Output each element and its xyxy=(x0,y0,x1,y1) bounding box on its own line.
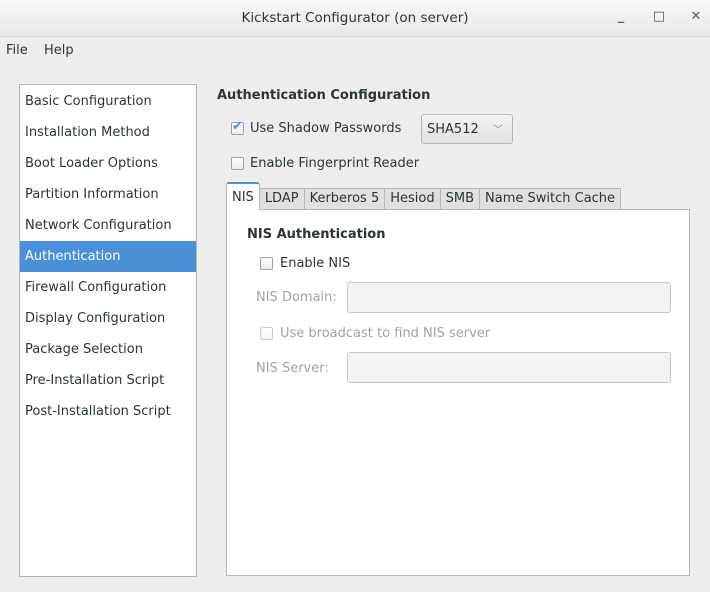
chevron-down-icon: ﹀ xyxy=(493,125,503,136)
sidebar-item-authentication[interactable]: Authentication xyxy=(20,241,196,272)
sidebar-item-display-configuration[interactable]: Display Configuration xyxy=(20,303,196,334)
sidebar-item-post-installation-script[interactable]: Post-Installation Script xyxy=(20,396,196,427)
menu-bar: File Help xyxy=(0,38,710,64)
sidebar-item-package-selection[interactable]: Package Selection xyxy=(20,334,196,365)
fingerprint-checkbox[interactable] xyxy=(231,157,244,170)
fingerprint-label: Enable Fingerprint Reader xyxy=(250,156,420,171)
sidebar-item-partition-information[interactable]: Partition Information xyxy=(20,179,196,210)
sidebar-item-firewall-configuration[interactable]: Firewall Configuration xyxy=(20,272,196,303)
tab-nis[interactable]: NIS xyxy=(226,182,260,210)
sidebar-item-boot-loader-options[interactable]: Boot Loader Options xyxy=(20,148,196,179)
hash-value: SHA512 xyxy=(427,122,479,137)
enable-nis-label: Enable NIS xyxy=(280,256,351,271)
nis-domain-input[interactable] xyxy=(347,282,671,313)
sidebar-item-network-configuration[interactable]: Network Configuration xyxy=(20,210,196,241)
enable-nis-checkbox[interactable] xyxy=(260,257,273,270)
tab-hesiod[interactable]: Hesiod xyxy=(384,188,441,210)
minimize-icon[interactable]: _ xyxy=(613,9,629,25)
nis-server-label: NIS Server: xyxy=(256,361,329,376)
menu-help[interactable]: Help xyxy=(44,43,74,58)
tab-ldap[interactable]: LDAP xyxy=(258,188,305,210)
hash-algorithm-select[interactable]: SHA512 ﹀ xyxy=(421,114,513,144)
sidebar: Basic Configuration Installation Method … xyxy=(19,84,197,577)
auth-tabs: NIS LDAP Kerberos 5 Hesiod SMB Name Swit… xyxy=(226,182,622,210)
section-heading: Authentication Configuration xyxy=(217,88,431,103)
window-title: Kickstart Configurator (on server) xyxy=(241,10,469,26)
broadcast-label: Use broadcast to find NIS server xyxy=(280,326,491,341)
broadcast-checkbox[interactable] xyxy=(260,327,273,340)
close-icon[interactable]: ✕ xyxy=(688,9,704,25)
shadow-passwords-label: Use Shadow Passwords xyxy=(250,121,402,136)
sidebar-item-basic-configuration[interactable]: Basic Configuration xyxy=(20,86,196,117)
tab-name-switch-cache[interactable]: Name Switch Cache xyxy=(479,188,622,210)
tab-kerberos5[interactable]: Kerberos 5 xyxy=(303,188,386,210)
maximize-icon[interactable]: □ xyxy=(651,9,667,25)
sidebar-item-pre-installation-script[interactable]: Pre-Installation Script xyxy=(20,365,196,396)
nis-heading: NIS Authentication xyxy=(247,227,386,242)
shadow-passwords-checkbox[interactable]: ✔ xyxy=(231,119,244,135)
nis-server-input[interactable] xyxy=(347,352,671,383)
menu-file[interactable]: File xyxy=(6,43,28,58)
nis-domain-label: NIS Domain: xyxy=(256,290,337,305)
checkmark-icon: ✔ xyxy=(232,119,243,134)
nis-tab-page: NIS Authentication Enable NIS NIS Domain… xyxy=(226,209,690,576)
tab-smb[interactable]: SMB xyxy=(439,188,481,210)
title-bar: Kickstart Configurator (on server) _ □ ✕ xyxy=(0,0,710,37)
sidebar-item-installation-method[interactable]: Installation Method xyxy=(20,117,196,148)
